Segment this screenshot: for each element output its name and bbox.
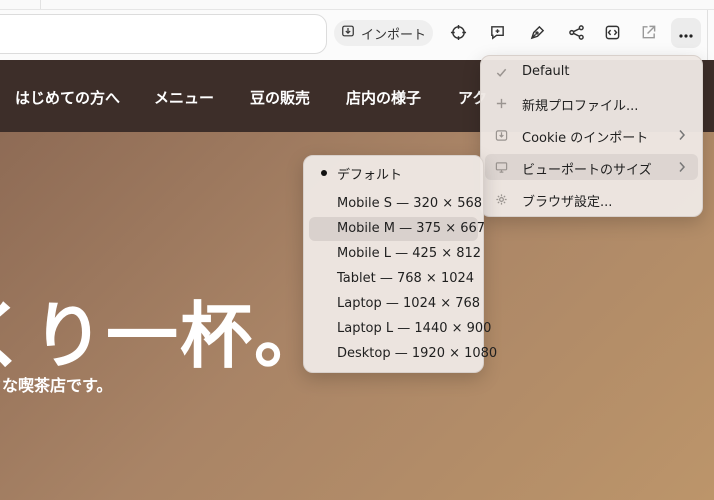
pen-icon[interactable] xyxy=(526,21,548,43)
address-bar[interactable] xyxy=(0,14,327,54)
menu-item-label: Default xyxy=(522,64,570,79)
nav-link-menu[interactable]: メニュー xyxy=(154,87,214,108)
menu-item-cookie-import[interactable]: Cookie のインポート xyxy=(485,122,698,148)
viewport-size-submenu: デフォルト Mobile S — 320 × 568 Mobile M — 37… xyxy=(303,155,497,373)
nav-link-beans[interactable]: 豆の販売 xyxy=(250,87,310,108)
viewport-option-tablet[interactable]: Tablet — 768 × 1024 xyxy=(309,267,478,291)
nav-link-first-time[interactable]: はじめての方へ xyxy=(15,87,120,108)
menu-item-label: ブラウザ設定... xyxy=(522,195,613,210)
viewport-option-default[interactable]: デフォルト xyxy=(309,160,478,184)
viewport-option-label: Mobile S — 320 × 568 xyxy=(337,196,483,211)
hero-subtitle: さな喫茶店です。 xyxy=(0,376,113,395)
menu-item-new-profile[interactable]: 新規プロファイル... xyxy=(485,90,698,116)
viewport-option-mobile-l[interactable]: Mobile L — 425 × 812 xyxy=(309,242,482,266)
menu-item-viewport-size[interactable]: ビューポートのサイズ xyxy=(485,154,698,180)
import-label: インポート xyxy=(360,27,426,43)
more-button[interactable] xyxy=(671,18,701,48)
viewport-option-label: Desktop — 1920 × 1080 xyxy=(337,346,498,361)
viewport-option-label: Laptop L — 1440 × 900 xyxy=(337,321,492,336)
menu-item-label: 新規プロファイル... xyxy=(522,99,639,114)
nav-link-interior[interactable]: 店内の様子 xyxy=(346,87,421,108)
hero-title: くり一杯。 xyxy=(0,294,329,378)
viewport-option-label: デフォルト xyxy=(337,168,403,183)
menu-item-label: ビューポートのサイズ xyxy=(522,163,652,178)
menu-item-default-profile[interactable]: Default xyxy=(485,59,698,85)
top-strip xyxy=(0,0,714,10)
code-icon[interactable] xyxy=(601,21,623,43)
viewport-option-label: Mobile L — 425 × 812 xyxy=(337,246,482,261)
viewport-option-desktop[interactable]: Desktop — 1920 × 1080 xyxy=(309,342,497,366)
download-icon xyxy=(341,24,355,42)
divider xyxy=(707,10,708,60)
viewport-option-laptop[interactable]: Laptop — 1024 × 768 xyxy=(309,292,481,316)
menu-item-label: Cookie のインポート xyxy=(522,131,649,146)
viewport-option-mobile-m[interactable]: Mobile M — 375 × 667 xyxy=(309,217,485,241)
crosshair-icon[interactable] xyxy=(447,21,469,43)
plus-icon xyxy=(494,96,508,110)
viewport-option-label: Tablet — 768 × 1024 xyxy=(337,271,475,286)
selected-bullet-icon xyxy=(321,170,327,176)
menu-item-browser-settings[interactable]: ブラウザ設定... xyxy=(485,186,698,212)
check-icon xyxy=(494,65,508,79)
more-icon xyxy=(678,24,694,43)
browser-toolbar: インポート xyxy=(0,10,714,60)
viewport-option-label: Mobile M — 375 × 667 xyxy=(337,221,486,236)
gear-icon xyxy=(494,192,508,206)
more-menu: Default 新規プロファイル... Cookie のインポート ビューポート… xyxy=(480,55,703,217)
share-icon[interactable] xyxy=(565,21,587,43)
import-button[interactable]: インポート xyxy=(334,20,433,46)
monitor-icon xyxy=(494,160,508,174)
viewport-option-laptop-l[interactable]: Laptop L — 1440 × 900 xyxy=(309,317,491,341)
chevron-right-icon xyxy=(678,129,686,141)
divider xyxy=(40,0,41,9)
chevron-right-icon xyxy=(678,161,686,173)
download-icon xyxy=(494,128,508,142)
external-link-icon[interactable] xyxy=(637,21,659,43)
viewport-option-mobile-s[interactable]: Mobile S — 320 × 568 xyxy=(309,192,482,216)
add-comment-icon[interactable] xyxy=(486,21,508,43)
viewport-option-label: Laptop — 1024 × 768 xyxy=(337,296,481,311)
